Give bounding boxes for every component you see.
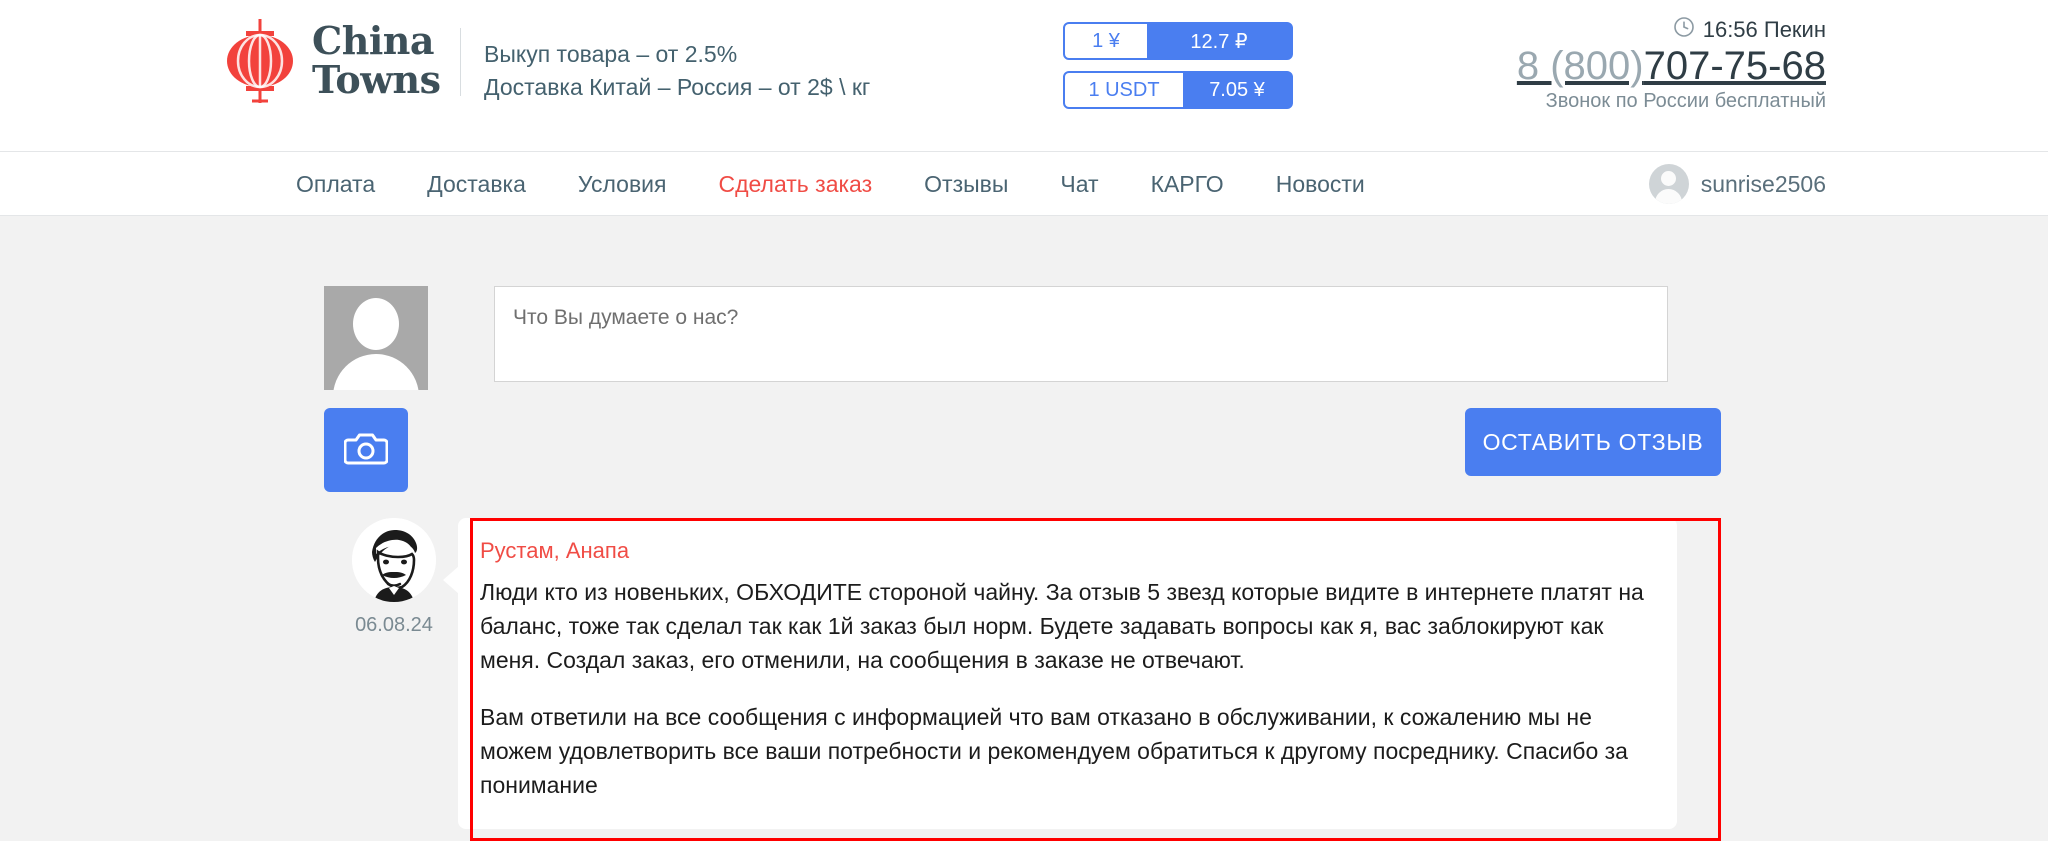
nav-item-otzyvy[interactable]: Отзывы: [924, 171, 1008, 198]
logo-line-1: China: [312, 18, 435, 64]
review-author-name: Рустам, Анапа: [480, 538, 630, 563]
review-paragraph-2: Вам ответили на все сообщения с информац…: [480, 704, 1628, 798]
tagline-line-1: Выкуп товара – от 2.5%: [484, 41, 738, 67]
submit-review-button[interactable]: ОСТАВИТЬ ОТЗЫВ: [1465, 408, 1721, 476]
phone-number-link[interactable]: 8 (800)707-75-68: [1517, 44, 1826, 88]
review-form: [112, 216, 1936, 390]
nav-item-usloviya[interactable]: Условия: [578, 171, 667, 198]
user-photo-icon: [352, 518, 436, 602]
page-main: ОСТАВИТЬ ОТЗЫВ: [0, 216, 2048, 841]
user-avatar-icon: [1648, 164, 1689, 204]
main-navigation: Оплата Доставка Условия Сделать заказ От…: [0, 152, 2048, 216]
site-logo-text: China Towns: [312, 18, 441, 102]
default-user-photo-icon: [324, 286, 428, 390]
beijing-time-label: 16:56 Пекин: [1702, 17, 1826, 42]
nav-link-usloviya[interactable]: Условия: [578, 171, 667, 197]
nav-link-sdelat-zakaz[interactable]: Сделать заказ: [718, 171, 872, 197]
phone-main: 707-75-68: [1643, 44, 1826, 88]
nav-item-dostavka[interactable]: Доставка: [427, 171, 526, 198]
beijing-time: 16:56 Пекин: [1386, 16, 1826, 44]
nav-item-chat[interactable]: Чат: [1060, 171, 1098, 198]
nav-link-oplata[interactable]: Оплата: [296, 171, 375, 197]
nav-link-otzyvy[interactable]: Отзывы: [924, 171, 1008, 197]
review-paragraph-1: Люди кто из новеньких, ОБХОДИТЕ стороной…: [480, 579, 1644, 673]
nav-link-dostavka[interactable]: Доставка: [427, 171, 526, 197]
chinese-lantern-icon: [222, 17, 298, 105]
nav-link-chat[interactable]: Чат: [1060, 171, 1098, 197]
phone-prefix: 8 (800): [1516, 44, 1644, 88]
review-list: 06.08.24 Рустам, Анапа Люди кто из новен…: [112, 510, 1936, 841]
nav-link-cargo[interactable]: КАРГО: [1151, 171, 1224, 197]
nav-item-oplata[interactable]: Оплата: [296, 171, 375, 198]
phone-note: Звонок по России бесплатный: [1545, 89, 1826, 112]
header-contacts: 16:56 Пекин 8 (800)707-75-68 Звонок по Р…: [1386, 16, 1826, 113]
nav-item-novosti[interactable]: Новости: [1276, 171, 1365, 198]
nav-link-novosti[interactable]: Новости: [1276, 171, 1365, 197]
review-form-actions: ОСТАВИТЬ ОТЗЫВ: [112, 390, 1936, 510]
content-container: ОСТАВИТЬ ОТЗЫВ: [112, 216, 1936, 841]
user-name-label: sunrise2506: [1700, 170, 1826, 197]
logo-line-2: Towns: [312, 57, 441, 102]
header-tagline: Выкуп товара – от 2.5% Доставка Китай – …: [484, 38, 870, 103]
currency-to-yuan: 7.05 ¥: [1183, 73, 1291, 107]
review-date: 06.08.24: [355, 614, 433, 636]
nav-list: Оплата Доставка Условия Сделать заказ От…: [296, 152, 1365, 216]
currency-rates: 1 ¥ 12.7 ₽ 1 USDT 7.05 ¥: [1063, 22, 1293, 120]
tagline-line-2: Доставка Китай – Россия – от 2$ \ кг: [484, 73, 871, 100]
header-divider: [460, 28, 461, 96]
camera-icon: [343, 429, 389, 472]
review-bubble: Рустам, Анапа Люди кто из новеньких, ОБХ…: [443, 518, 1677, 829]
clock-icon: [1673, 16, 1695, 44]
review-author-side: 06.08.24: [344, 518, 444, 637]
user-account-link[interactable]: sunrise2506: [1648, 152, 1826, 216]
nav-item-sdelat-zakaz[interactable]: Сделать заказ: [718, 171, 872, 198]
review-text-input[interactable]: [494, 286, 1668, 382]
nav-item-cargo[interactable]: КАРГО: [1151, 171, 1224, 198]
site-logo-link[interactable]: China Towns: [222, 17, 441, 105]
currency-to-rub: 12.7 ₽: [1147, 24, 1291, 58]
currency-rate-yuan-rub: 1 ¥ 12.7 ₽: [1063, 22, 1293, 60]
review-bubble-wrapper: Рустам, Анапа Люди кто из новеньких, ОБХ…: [443, 518, 1721, 841]
site-header: China Towns Выкуп товара – от 2.5% Доста…: [0, 0, 2048, 152]
currency-from-yuan: 1 ¥: [1065, 24, 1147, 58]
attach-photo-button[interactable]: [324, 408, 408, 492]
currency-from-usdt: 1 USDT: [1065, 73, 1183, 107]
currency-rate-usdt-yuan: 1 USDT 7.05 ¥: [1063, 71, 1293, 109]
